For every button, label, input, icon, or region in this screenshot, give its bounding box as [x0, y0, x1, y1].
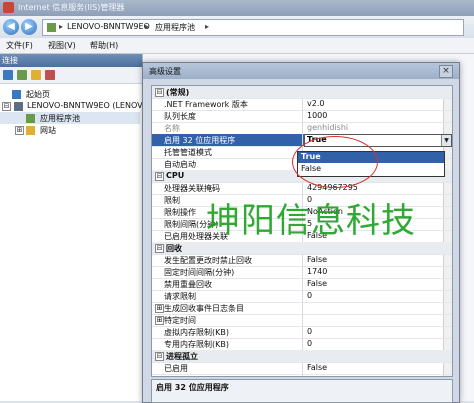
annotation-circle [292, 136, 378, 188]
property-key: .NET Framework 版本 [164, 100, 248, 109]
property-key: 专用内存限制(KB) [164, 340, 229, 349]
property-key: 固定时间间隔(分钟) [164, 268, 235, 277]
column-divider [302, 326, 303, 338]
column-divider [302, 278, 303, 290]
column-divider [302, 314, 303, 326]
menu-bar: 文件(F) 视图(V) 帮助(H) [0, 38, 474, 54]
breadcrumb-server[interactable]: LENOVO-BNNTW9EO [67, 22, 150, 31]
tree-item-start-page[interactable]: 起始页 [0, 88, 140, 100]
property-key: (常规) [166, 88, 190, 97]
property-key: 发生配置更改时禁止回收 [164, 256, 252, 265]
column-divider [302, 122, 303, 134]
property-key: 队列长度 [164, 112, 196, 121]
expand-icon[interactable]: ⊞ [15, 126, 24, 135]
collapse-icon[interactable]: ⊟ [155, 352, 164, 361]
connections-toolbar [0, 67, 142, 84]
column-divider [302, 110, 303, 122]
breadcrumb[interactable]: ▸ LENOVO-BNNTW9EO ▸ 应用程序池 ▸ [42, 19, 464, 36]
property-key: 名称 [164, 124, 180, 133]
window-titlebar: Internet 信息服务(IIS)管理器 [0, 0, 474, 16]
connections-pane: 连接 起始页 ⊟ LENOVO-BNNTW9EO (LENOVO-BN 应用程序… [0, 54, 163, 401]
column-divider [302, 302, 303, 314]
breadcrumb-separator: ▸ [59, 22, 64, 31]
breadcrumb-separator: ▸ [205, 22, 210, 31]
property-value[interactable]: 1000 [307, 111, 327, 120]
close-icon[interactable]: × [439, 65, 453, 78]
connections-header: 连接 [0, 54, 142, 67]
property-key: 特定时间 [164, 316, 196, 325]
property-value[interactable]: False [307, 279, 327, 288]
property-key: 请求限制 [164, 292, 196, 301]
save-icon[interactable] [17, 70, 27, 80]
menu-view[interactable]: 视图(V) [48, 40, 76, 51]
tree-item-server[interactable]: ⊟ LENOVO-BNNTW9EO (LENOVO-BN [0, 100, 163, 112]
watermark-text: 坤阳信息科技 [206, 201, 416, 241]
menu-file[interactable]: 文件(F) [6, 40, 33, 51]
property-key: 托管管道模式 [164, 148, 212, 157]
dialog-titlebar: 高级设置 × [143, 63, 459, 79]
column-divider [302, 338, 303, 350]
property-value[interactable]: 0 [307, 291, 312, 300]
breadcrumb-app-pools[interactable]: 应用程序池 [155, 22, 195, 33]
column-divider [302, 290, 303, 302]
description-panel: 启用 32 位应用程序 [151, 379, 453, 403]
iis-app-icon [3, 2, 14, 13]
property-row[interactable]: 可执行文件 [152, 374, 452, 376]
collapse-icon[interactable]: ⊟ [2, 102, 11, 111]
property-value[interactable]: 0 [307, 339, 312, 348]
property-key: 进程孤立 [166, 352, 198, 361]
property-value[interactable]: False [307, 363, 327, 372]
server-icon [47, 23, 56, 32]
server-icon [14, 102, 23, 111]
property-value[interactable]: genhidishi [307, 123, 348, 132]
back-button[interactable]: ◀ [3, 19, 19, 35]
property-value[interactable]: False [307, 255, 327, 264]
description-title: 启用 32 位应用程序 [156, 383, 229, 392]
column-divider [302, 254, 303, 266]
property-value[interactable]: v2.0 [307, 99, 324, 108]
start-page-icon [12, 90, 21, 99]
breadcrumb-separator: ▸ [145, 22, 150, 31]
folder-icon[interactable] [31, 70, 41, 80]
property-key: 虚拟内存限制(KB) [164, 328, 229, 337]
property-key: 回收 [166, 244, 182, 253]
collapse-icon[interactable]: ⊟ [155, 88, 164, 97]
connect-icon[interactable] [3, 70, 13, 80]
column-divider [302, 98, 303, 110]
property-key: 启用 32 位应用程序 [164, 136, 236, 145]
column-divider [302, 374, 303, 376]
tree-item-app-pools[interactable]: 应用程序池 [0, 112, 140, 124]
property-key: 自动启动 [164, 160, 196, 169]
property-key: CPU [166, 171, 185, 180]
collapse-icon[interactable]: ⊟ [155, 244, 164, 253]
forward-button[interactable]: ▶ [21, 19, 37, 35]
window-title: Internet 信息服务(IIS)管理器 [18, 3, 125, 12]
property-key: 禁用重叠回收 [164, 280, 212, 289]
sites-icon [26, 126, 35, 135]
app-pool-icon [26, 114, 35, 123]
tree-item-sites[interactable]: ⊞ 网站 [0, 124, 140, 136]
property-value[interactable]: 1740 [307, 267, 327, 276]
refresh-icon[interactable] [45, 70, 55, 80]
property-key: 已启用 [164, 364, 188, 373]
chevron-down-icon[interactable]: ▼ [441, 135, 451, 146]
column-divider [302, 266, 303, 278]
property-value[interactable]: 0 [307, 327, 312, 336]
column-divider [302, 362, 303, 374]
menu-help[interactable]: 帮助(H) [90, 40, 118, 51]
expand-icon[interactable]: ⊞ [155, 304, 164, 313]
property-key: 可执行文件 [164, 375, 300, 376]
collapse-icon[interactable]: ⊟ [155, 172, 164, 181]
address-bar: ◀ ▶ ▸ LENOVO-BNNTW9EO ▸ 应用程序池 ▸ [0, 16, 474, 39]
dialog-title: 高级设置 [149, 67, 181, 76]
expand-icon[interactable]: ⊞ [155, 316, 164, 325]
property-key: 生成回收事件日志条目 [164, 304, 244, 313]
